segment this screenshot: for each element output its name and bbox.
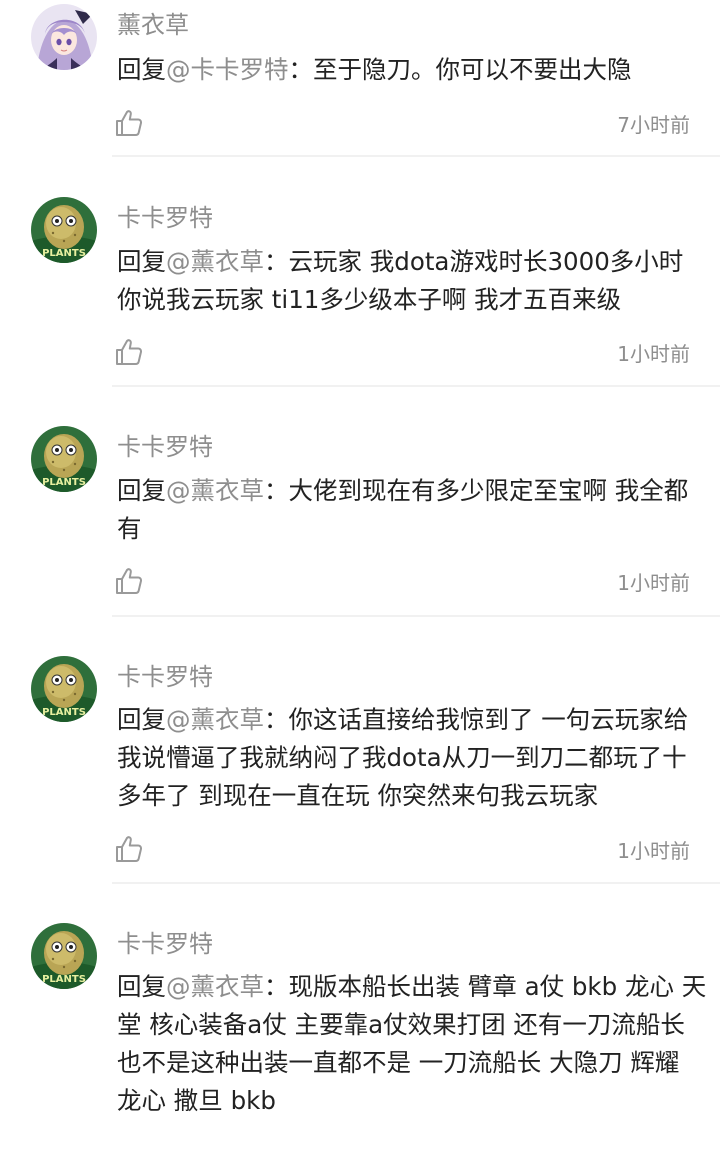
username[interactable]: 卡卡罗特 — [117, 924, 213, 959]
anime-girl-avatar-image — [31, 4, 97, 70]
like-button[interactable] — [114, 108, 144, 138]
mention-separator: ： — [264, 247, 289, 276]
like-button[interactable] — [114, 337, 144, 367]
like-button[interactable] — [114, 834, 144, 864]
timestamp: 1小时前 — [617, 839, 690, 863]
timestamp: 1小时前 — [617, 342, 690, 366]
mention-link[interactable]: @薰衣草 — [166, 247, 264, 276]
avatar-kakarot[interactable] — [31, 656, 97, 722]
potato-mascot-avatar-image — [31, 197, 97, 263]
mention-link[interactable]: @卡卡罗特 — [166, 55, 289, 84]
potato-mascot-avatar-image — [31, 923, 97, 989]
username[interactable]: 卡卡罗特 — [117, 657, 213, 692]
thumbs-up-icon — [114, 834, 144, 864]
comment-text: 回复@卡卡罗特：至于隐刀。你可以不要出大隐 — [117, 51, 707, 89]
username[interactable]: 卡卡罗特 — [117, 198, 213, 233]
divider — [112, 385, 720, 387]
like-button[interactable] — [114, 566, 144, 596]
potato-mascot-avatar-image — [31, 426, 97, 492]
thumbs-up-icon — [114, 566, 144, 596]
timestamp: 7小时前 — [617, 113, 690, 137]
comment-text: 回复@薰衣草：现版本船长出装 臂章 a仗 bkb 龙心 天堂 核心装备a仗 主要… — [117, 968, 707, 1120]
mention-separator: ： — [264, 705, 289, 734]
divider — [112, 615, 720, 617]
mention-link[interactable]: @薰衣草 — [166, 972, 264, 1001]
reply-prefix: 回复 — [117, 55, 166, 84]
avatar-kakarot[interactable] — [31, 923, 97, 989]
mention-link[interactable]: @薰衣草 — [166, 476, 264, 505]
reply-prefix: 回复 — [117, 476, 166, 505]
reply-prefix: 回复 — [117, 705, 166, 734]
timestamp: 1小时前 — [617, 571, 690, 595]
mention-separator: ： — [264, 476, 289, 505]
thumbs-up-icon — [114, 337, 144, 367]
comment-text: 回复@薰衣草：云玩家 我dota游戏时长3000多小时你说我云玩家 ti11多少… — [117, 243, 707, 319]
username[interactable]: 薰衣草 — [117, 5, 189, 40]
username[interactable]: 卡卡罗特 — [117, 427, 213, 462]
avatar-kakarot[interactable] — [31, 197, 97, 263]
comment-body: 至于隐刀。你可以不要出大隐 — [313, 55, 632, 84]
reply-prefix: 回复 — [117, 247, 166, 276]
thumbs-up-icon — [114, 108, 144, 138]
comment-text: 回复@薰衣草：你这话直接给我惊到了 一句云玩家给我说懵逼了我就纳闷了我dota从… — [117, 701, 707, 815]
divider — [112, 155, 720, 157]
divider — [112, 882, 720, 884]
mention-link[interactable]: @薰衣草 — [166, 705, 264, 734]
reply-prefix: 回复 — [117, 972, 166, 1001]
avatar-lavender[interactable] — [31, 4, 97, 70]
mention-separator: ： — [264, 972, 289, 1001]
avatar-kakarot[interactable] — [31, 426, 97, 492]
comment-text: 回复@薰衣草：大佬到现在有多少限定至宝啊 我全都有 — [117, 472, 707, 548]
potato-mascot-avatar-image — [31, 656, 97, 722]
mention-separator: ： — [288, 55, 314, 84]
